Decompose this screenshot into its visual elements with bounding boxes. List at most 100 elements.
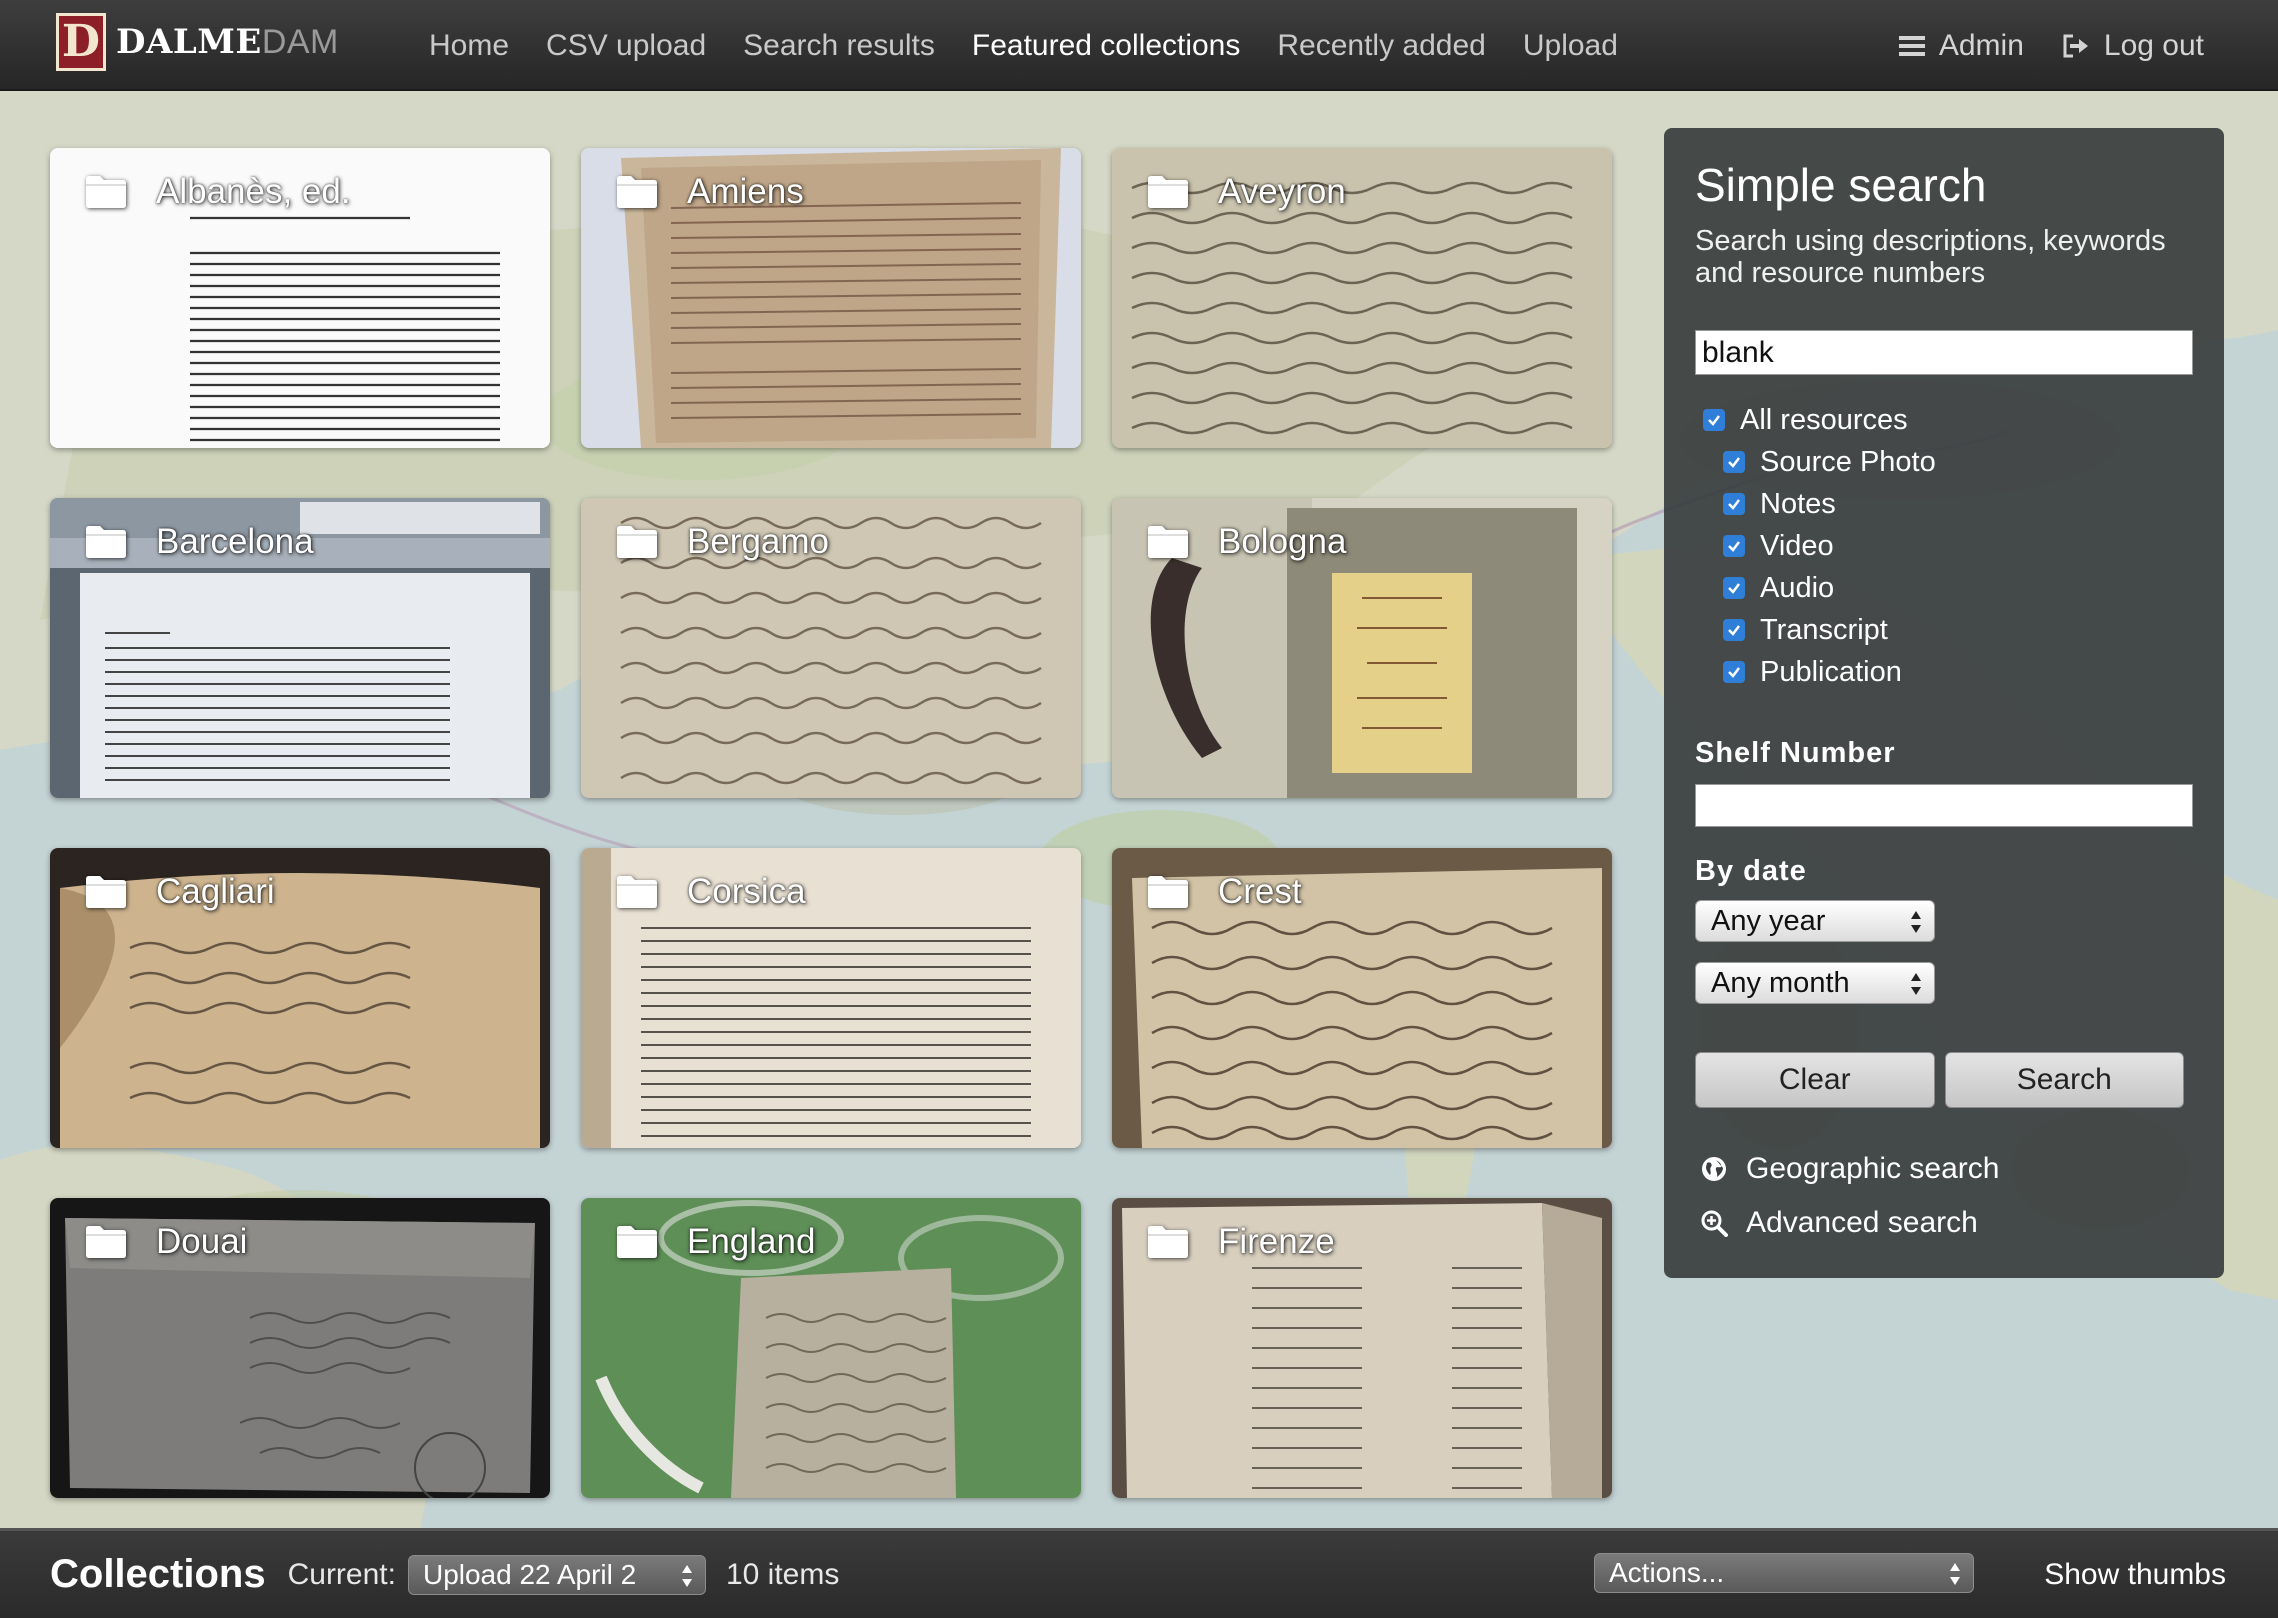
collection-tile-corsica[interactable]: Corsica xyxy=(581,848,1081,1148)
logo-text-dalme: DALME xyxy=(116,22,262,62)
search-button[interactable]: Search xyxy=(1944,1052,2184,1109)
checkbox-transcript[interactable]: Transcript xyxy=(1695,609,2194,651)
geographic-search-link[interactable]: Geographic search xyxy=(1695,1142,2194,1196)
folder-icon xyxy=(86,1226,126,1258)
collection-name: Barcelona xyxy=(156,522,314,561)
collections-bar: Collections Current: Upload 22 April 2 1… xyxy=(0,1528,2278,1618)
geographic-search-label: Geographic search xyxy=(1746,1152,2000,1186)
checkbox-video[interactable]: Video xyxy=(1695,525,2194,567)
nav-home[interactable]: Home xyxy=(429,29,509,63)
admin-menu-button[interactable]: Admin xyxy=(1898,28,2024,63)
collection-name: England xyxy=(687,1222,816,1261)
search-input[interactable] xyxy=(1695,330,2193,376)
folder-icon xyxy=(617,526,657,558)
collection-tile-aveyron[interactable]: Aveyron xyxy=(1112,148,1612,448)
resource-type-filter: All resources Source Photo Notes Video A… xyxy=(1695,399,2194,693)
folder-icon xyxy=(1148,526,1188,558)
advanced-search-link[interactable]: Advanced search xyxy=(1695,1196,2194,1250)
folder-icon xyxy=(617,876,657,908)
collection-tile-douai[interactable]: Douai xyxy=(50,1198,550,1498)
select-arrows-icon xyxy=(1911,973,1921,996)
collection-tile-firenze[interactable]: Firenze xyxy=(1112,1198,1612,1498)
nav-featured-collections[interactable]: Featured collections xyxy=(972,29,1240,63)
search-links: Geographic search Advanced search xyxy=(1695,1142,2194,1250)
clear-button[interactable]: Clear xyxy=(1695,1052,1935,1109)
collection-name: Cagliari xyxy=(156,872,275,911)
current-collection-value: Upload 22 April 2 xyxy=(422,1558,637,1590)
tile-label: Cagliari xyxy=(84,872,275,912)
actions-select[interactable]: Actions... xyxy=(1594,1553,1974,1593)
collections-bar-title: Collections xyxy=(50,1552,266,1596)
checkbox-checked-icon[interactable] xyxy=(1703,409,1725,432)
tile-label: Bergamo xyxy=(615,522,829,562)
select-arrows-icon xyxy=(681,1564,692,1587)
simple-search-panel: Simple search Search using descriptions,… xyxy=(1664,128,2224,1278)
by-date-label: By date xyxy=(1695,855,1807,888)
checkbox-checked-icon[interactable] xyxy=(1723,451,1745,474)
checkbox-checked-icon[interactable] xyxy=(1723,661,1745,684)
collection-name: Douai xyxy=(156,1222,248,1261)
logo-text-dam: DAM xyxy=(261,22,339,61)
logo-mark: D xyxy=(56,13,106,71)
nav-recently-added[interactable]: Recently added xyxy=(1277,29,1485,63)
collection-tile-england[interactable]: England xyxy=(581,1198,1081,1498)
collection-tile-bergamo[interactable]: Bergamo xyxy=(581,498,1081,798)
folder-icon xyxy=(617,1226,657,1258)
collection-name: Bologna xyxy=(1218,522,1347,561)
folder-icon xyxy=(86,176,126,208)
checkbox-label: Notes xyxy=(1760,487,1836,520)
advanced-search-label: Advanced search xyxy=(1746,1206,1978,1240)
collection-tile-crest[interactable]: Crest xyxy=(1112,848,1612,1148)
collection-name: Crest xyxy=(1218,872,1302,911)
checkbox-label: Transcript xyxy=(1760,613,1888,646)
month-select-value: Any month xyxy=(1711,967,1850,1000)
search-panel-title: Simple search xyxy=(1695,159,1987,211)
current-collection-select[interactable]: Upload 22 April 2 xyxy=(407,1554,706,1595)
checkbox-checked-icon[interactable] xyxy=(1723,577,1745,600)
checkbox-label: Audio xyxy=(1760,571,1835,604)
collection-tile-cagliari[interactable]: Cagliari xyxy=(50,848,550,1148)
checkbox-label: Source Photo xyxy=(1760,445,1936,478)
checkbox-notes[interactable]: Notes xyxy=(1695,483,2194,525)
month-select[interactable]: Any month xyxy=(1695,962,1935,1005)
select-arrows-icon xyxy=(1911,911,1921,934)
tile-label: Aveyron xyxy=(1146,172,1346,212)
tile-label: Albanès, ed. xyxy=(84,172,351,212)
show-thumbs-link[interactable]: Show thumbs xyxy=(2044,1531,2226,1618)
checkbox-label: All resources xyxy=(1740,403,1908,436)
actions-select-value: Actions... xyxy=(1609,1557,1725,1588)
tile-label: Barcelona xyxy=(84,522,314,562)
collection-tile-amiens[interactable]: Amiens xyxy=(581,148,1081,448)
collection-tile-albanes[interactable]: Albanès, ed. xyxy=(50,148,550,448)
nav-csv-upload[interactable]: CSV upload xyxy=(546,29,706,63)
collection-tile-bologna[interactable]: Bologna xyxy=(1112,498,1612,798)
checkbox-all-resources[interactable]: All resources xyxy=(1695,399,2194,441)
tile-label: Corsica xyxy=(615,872,806,912)
logo[interactable]: D DALME DAM xyxy=(56,13,339,71)
tile-label: England xyxy=(615,1222,815,1262)
checkbox-checked-icon[interactable] xyxy=(1723,493,1745,516)
folder-icon xyxy=(1148,176,1188,208)
checkbox-checked-icon[interactable] xyxy=(1723,619,1745,642)
folder-icon xyxy=(86,526,126,558)
logout-button[interactable]: Log out xyxy=(2062,29,2204,63)
admin-label: Admin xyxy=(1938,28,2024,62)
checkbox-source-photo[interactable]: Source Photo xyxy=(1695,441,2194,483)
collection-name: Corsica xyxy=(687,872,806,911)
nav-upload[interactable]: Upload xyxy=(1523,29,1618,63)
logout-icon xyxy=(2063,34,2088,57)
checkbox-publication[interactable]: Publication xyxy=(1695,651,2194,693)
header-user-menu: Admin Log out xyxy=(1861,0,2204,91)
checkbox-label: Publication xyxy=(1760,655,1902,688)
checkbox-audio[interactable]: Audio xyxy=(1695,567,2194,609)
checkbox-label: Video xyxy=(1760,529,1834,562)
checkbox-checked-icon[interactable] xyxy=(1723,535,1745,558)
zoom-in-icon xyxy=(1701,1210,1728,1238)
collection-name: Bergamo xyxy=(687,522,830,561)
folder-icon xyxy=(617,176,657,208)
year-select[interactable]: Any year xyxy=(1695,900,1935,943)
nav-search-results[interactable]: Search results xyxy=(743,29,935,63)
collection-tile-barcelona[interactable]: Barcelona xyxy=(50,498,550,798)
shelf-number-input[interactable] xyxy=(1695,784,2193,828)
logout-label: Log out xyxy=(2103,28,2204,62)
